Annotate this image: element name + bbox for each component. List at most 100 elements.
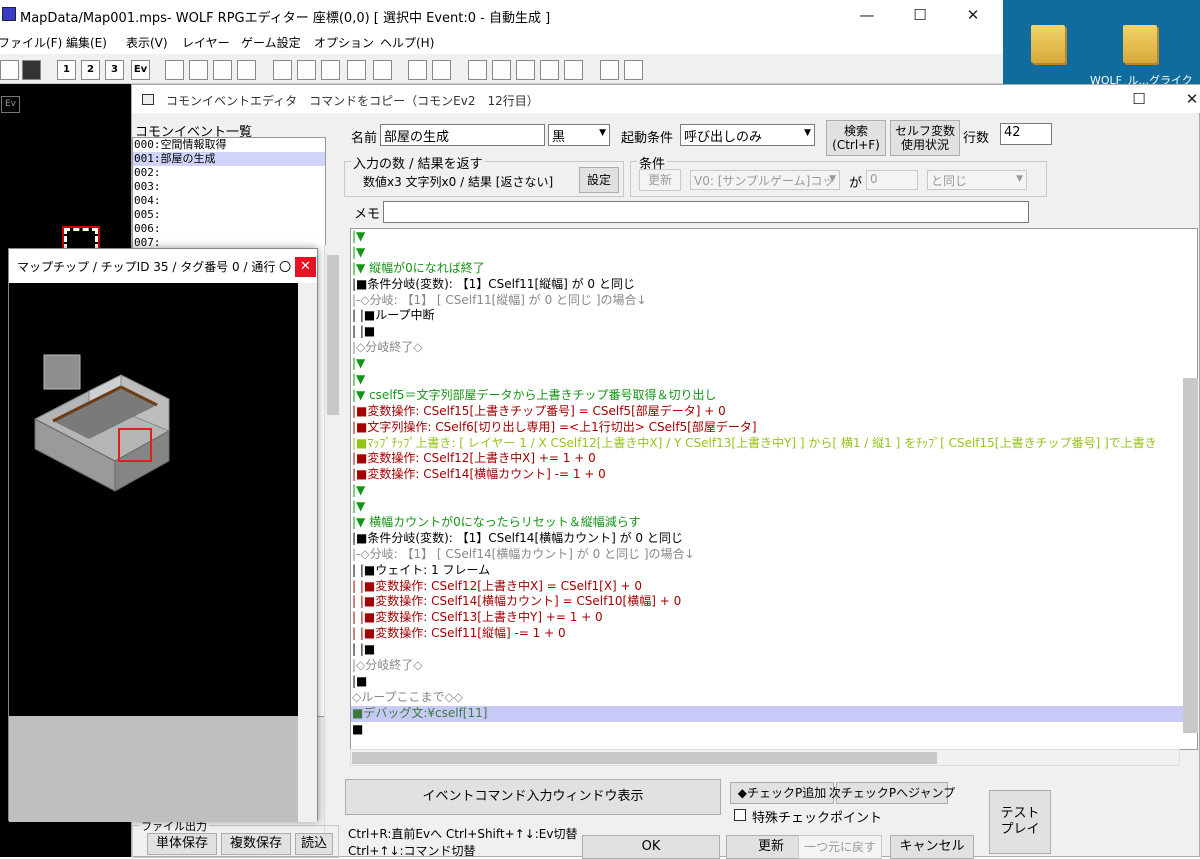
folder-icon[interactable] xyxy=(1123,25,1157,63)
undo-icon[interactable] xyxy=(373,60,392,80)
list-item-selected[interactable]: 001:部屋の生成 xyxy=(133,152,325,166)
condition-variable-select[interactable]: V0: [サンプルゲーム]コッ xyxy=(690,170,840,190)
rect-icon[interactable] xyxy=(321,60,340,80)
common-event-icon[interactable] xyxy=(468,60,487,80)
command-line[interactable]: |-◇分岐: 【1】 [ CSelf14[横幅カウント] が 0 と同じ ]の場… xyxy=(351,547,1197,563)
pencil-icon[interactable] xyxy=(273,60,292,80)
condition-operator-select[interactable]: と同じ xyxy=(927,170,1027,190)
command-line[interactable]: |■条件分岐(変数): 【1】CSelf14[横幅カウント] が 0 と同じ xyxy=(351,531,1197,547)
zoom-2-icon[interactable] xyxy=(189,60,208,80)
tools-icon[interactable] xyxy=(516,60,535,80)
color-select[interactable]: 黒 xyxy=(548,124,610,146)
command-line[interactable]: |■条件分岐(変数): 【1】CSelf11[縦幅] が 0 と同じ xyxy=(351,277,1197,293)
command-list[interactable]: |▼ |▼ |▼ 縦幅が0になれば終了 |■条件分岐(変数): 【1】CSelf11[… xyxy=(350,228,1198,750)
menu-layer[interactable]: レイヤー xyxy=(182,34,230,51)
command-line[interactable]: |▼ xyxy=(351,229,1197,245)
multi-save-button[interactable]: 複数保存 xyxy=(221,833,291,855)
io-settings-button[interactable]: 設定 xyxy=(579,167,619,193)
command-line[interactable]: |■ﾏｯﾌﾟﾁｯﾌﾟ上書き: [ レイヤー 1 / X CSelf12[上書き中… xyxy=(351,436,1197,452)
menu-game-settings[interactable]: ゲーム設定 xyxy=(241,34,301,51)
row-count-input[interactable]: 42 xyxy=(1000,123,1052,145)
trigger-select[interactable]: 呼び出しのみ xyxy=(680,124,815,146)
command-line[interactable]: |■文字列操作: CSelf6[切り出し専用] =<上1行切出> CSelf5[… xyxy=(351,420,1197,436)
cancel-button[interactable]: キャンセル xyxy=(890,835,974,859)
select-icon[interactable] xyxy=(347,60,366,80)
command-line[interactable]: |■変数操作: CSelf15[上書きチップ番号] = CSelf5[部屋データ… xyxy=(351,404,1197,420)
hscrollbar-thumb[interactable] xyxy=(352,752,937,764)
command-line[interactable]: | |■ウェイト: 1 フレーム xyxy=(351,563,1197,579)
search-button[interactable]: 検索 (Ctrl+F) xyxy=(826,120,886,156)
event-command-window-button[interactable]: イベントコマンド入力ウィンドウ表示 xyxy=(345,779,721,815)
command-hscrollbar[interactable] xyxy=(350,749,1180,766)
database-icon[interactable] xyxy=(408,60,427,80)
name-input[interactable]: 部屋の生成 xyxy=(380,124,545,146)
list-item[interactable]: 004: xyxy=(133,194,325,208)
menu-help[interactable]: ヘルプ(H) xyxy=(380,34,434,51)
self-var-usage-button[interactable]: セルフ変数 使用状況 xyxy=(890,120,960,156)
list-item[interactable]: 003: xyxy=(133,180,325,194)
chip-scrollbar[interactable] xyxy=(298,283,317,822)
fill-icon[interactable] xyxy=(297,60,316,80)
menu-options[interactable]: オプション xyxy=(314,34,374,51)
zoom-1-icon[interactable] xyxy=(165,60,184,80)
undo-button[interactable]: 一つ元に戻す xyxy=(798,835,882,859)
command-line[interactable]: |▼ xyxy=(351,483,1197,499)
command-line[interactable]: |◇分岐終了◇ xyxy=(351,340,1197,356)
scrollbar-thumb[interactable] xyxy=(327,255,339,415)
command-line[interactable]: |■変数操作: CSelf14[横幅カウント] -= 1 + 0 xyxy=(351,467,1197,483)
list-item[interactable]: 006: xyxy=(133,222,325,236)
chip-palette[interactable] xyxy=(9,283,298,716)
command-line[interactable]: |◇分岐終了◇ xyxy=(351,658,1197,674)
command-line[interactable]: | |■ xyxy=(351,642,1197,658)
game-settings-icon[interactable] xyxy=(492,60,511,80)
chip-close-button[interactable]: ✕ xyxy=(295,257,316,277)
list-item[interactable]: 005: xyxy=(133,208,325,222)
command-line[interactable]: |▼ cself5＝文字列部屋データから上書きチップ番号取得＆切り出し xyxy=(351,388,1197,404)
event-list-scrollbar[interactable] xyxy=(324,245,341,845)
ok-button[interactable]: OK xyxy=(582,835,720,859)
save-icon[interactable] xyxy=(22,60,41,80)
layer-3-button[interactable]: 3 xyxy=(105,60,124,80)
command-line[interactable]: ■デバッグ文:¥cself[11] xyxy=(351,705,1197,722)
layer-2-button[interactable]: 2 xyxy=(81,60,100,80)
command-scrollbar-thumb[interactable] xyxy=(1183,378,1198,733)
menu-file[interactable]: ファイル(F) xyxy=(0,34,62,51)
editor-maximize-button[interactable]: ☐ xyxy=(1124,88,1154,110)
command-line[interactable]: |-◇分岐: 【1】 [ CSelf11[縦幅] が 0 と同じ ]の場合↓ xyxy=(351,293,1197,309)
command-line[interactable]: |▼ 縦幅が0になれば終了 xyxy=(351,261,1197,277)
command-line[interactable]: | |■変数操作: CSelf13[上書き中Y] += 1 + 0 xyxy=(351,610,1197,626)
command-line[interactable]: |▼ xyxy=(351,356,1197,372)
command-line[interactable]: |▼ xyxy=(351,499,1197,515)
list-item[interactable]: 000:空間情報取得 xyxy=(133,138,325,152)
load-button[interactable]: 読込 xyxy=(295,833,333,855)
command-line[interactable]: | |■変数操作: CSelf14[横幅カウント] = CSelf10[横幅] … xyxy=(351,594,1197,610)
folder-icon[interactable] xyxy=(1031,25,1065,63)
maximize-button[interactable]: ☐ xyxy=(905,4,935,26)
next-checkpoint-button[interactable]: 次チェックPへジャンプ xyxy=(829,782,955,804)
test-play-button[interactable]: テスト プレイ xyxy=(989,790,1051,854)
event-layer-button[interactable]: Ev xyxy=(131,60,150,80)
command-line[interactable]: | |■変数操作: CSelf11[縦幅] -= 1 + 0 xyxy=(351,626,1197,642)
command-line[interactable]: |▼ xyxy=(351,372,1197,388)
command-line[interactable]: |▼ xyxy=(351,245,1197,261)
command-line[interactable]: |■ xyxy=(351,674,1197,690)
command-line[interactable]: |■変数操作: CSelf12[上書き中X] += 1 + 0 xyxy=(351,451,1197,467)
command-line[interactable]: | |■ループ中断 xyxy=(351,308,1197,324)
menu-edit[interactable]: 編集(E) xyxy=(66,34,107,51)
command-line[interactable]: ■ xyxy=(351,722,1197,738)
editor-close-button[interactable]: ✕ xyxy=(1177,88,1200,110)
condition-value-input[interactable]: 0 xyxy=(866,170,918,190)
condition-update-button[interactable]: 更新 xyxy=(639,169,681,191)
zoom-3-icon[interactable] xyxy=(213,60,232,80)
special-checkpoint-checkbox[interactable] xyxy=(734,809,746,821)
test-play-icon[interactable] xyxy=(624,60,643,80)
memo-input[interactable] xyxy=(383,201,1029,223)
add-checkpoint-button[interactable]: ◆チェックP追加 xyxy=(730,782,834,804)
command-line[interactable]: | |■ xyxy=(351,324,1197,340)
command-line[interactable]: |▼ 横幅カウントが0になったらリセット＆縦幅減らす xyxy=(351,515,1197,531)
screen-icon[interactable] xyxy=(600,60,619,80)
list-item[interactable]: 002: xyxy=(133,166,325,180)
variable-db-icon[interactable] xyxy=(432,60,451,80)
zoom-4-icon[interactable] xyxy=(237,60,256,80)
menu-view[interactable]: 表示(V) xyxy=(126,34,168,51)
